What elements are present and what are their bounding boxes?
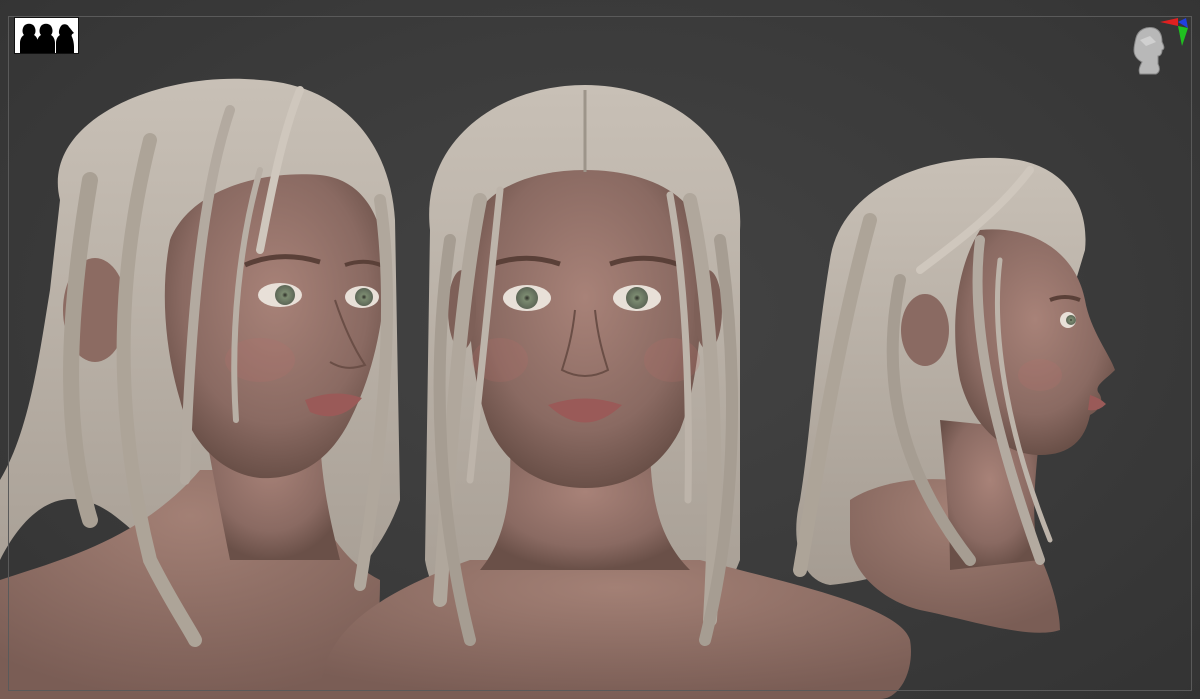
face — [468, 170, 702, 488]
y-axis-indicator — [1178, 26, 1188, 46]
x-axis-indicator — [1160, 18, 1178, 26]
bust-profile — [793, 157, 1115, 633]
head-orientation-cube-icon[interactable] — [1126, 16, 1192, 82]
ear — [901, 294, 949, 366]
gizmo-head — [1133, 27, 1165, 75]
heads-silhouette-graphic — [19, 23, 74, 53]
navigation-gizmo — [1133, 18, 1188, 75]
three-heads-silhouette-icon[interactable] — [14, 17, 79, 54]
bust-three-quarter — [0, 78, 400, 699]
3d-viewport[interactable] — [0, 0, 1200, 699]
render-scene — [0, 78, 1115, 699]
